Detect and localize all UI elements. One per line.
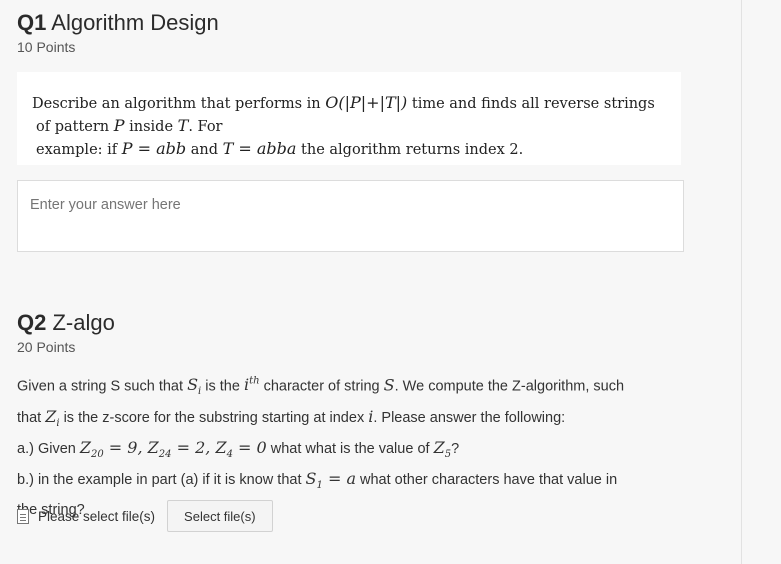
math-symbol: Z5 [433, 437, 452, 460]
q2-text-segment: . Please answer the following: [373, 409, 566, 426]
question-page: Q1 Algorithm Design 10 Points Describe a… [0, 0, 741, 564]
q2-file-upload: Please select file(s) Select file(s) [17, 500, 273, 532]
q1-points: 10 Points [17, 39, 76, 55]
math-expression: T = abba [222, 139, 297, 158]
math-expression: Z20 = 9, Z24 = 2, Z4 = 0 [79, 437, 267, 460]
q2-line-1: Given a string S such that Si is the ith… [17, 370, 717, 405]
math-value: = 9, [103, 437, 148, 457]
q2-text-segment: . We compute the Z-algorithm, such [394, 378, 625, 395]
q2-text-segment: Given a string S such that [17, 378, 188, 395]
math-value: = [322, 468, 347, 488]
right-divider [741, 0, 742, 564]
file-icon [17, 508, 29, 524]
problem-text-segment: and [186, 142, 223, 158]
q2-line-4: b.) in the example in part (a) if it is … [17, 467, 717, 498]
math-expression: S1 = a [305, 468, 356, 491]
math-base: Z [45, 406, 57, 426]
q2-text-segment: that [17, 409, 46, 426]
math-symbol: ith [244, 375, 260, 394]
problem-line-1: Describe an algorithm that performs in O… [32, 92, 672, 115]
math-symbol: T [177, 116, 189, 135]
math-base: Z [79, 437, 91, 457]
q2-text-segment: what other characters have that value in [355, 471, 618, 488]
q2-text-segment: what what is the value of [266, 440, 434, 457]
math-base: Z [215, 437, 227, 457]
q2-text-segment: character of string [259, 378, 384, 395]
math-symbol: P [113, 116, 125, 135]
math-expression: P = abb [121, 139, 187, 158]
upload-label: Please select file(s) [38, 508, 156, 524]
complexity-formula: O(|P|+|T|) [325, 93, 408, 112]
q1-title: Q1 Algorithm Design [17, 10, 219, 36]
q2-line-2: that Zi is the z-score for the substring… [17, 405, 717, 436]
problem-text-segment: time and finds all reverse strings [407, 96, 655, 112]
q1-answer-input[interactable]: Enter your answer here [17, 180, 684, 252]
q1-problem-text: Describe an algorithm that performs in O… [32, 92, 672, 161]
answer-placeholder: Enter your answer here [30, 197, 181, 213]
q2-name: Z-algo [52, 310, 115, 335]
problem-line-2: of pattern P inside T. For [32, 115, 672, 138]
q1-number: Q1 [17, 10, 47, 35]
q2-text-segment: is the [201, 378, 244, 395]
q2-points: 20 Points [17, 339, 76, 355]
select-files-button[interactable]: Select file(s) [167, 500, 273, 532]
q2-text-segment: is the z-score for the substring startin… [59, 409, 369, 426]
math-base: a [346, 468, 356, 488]
math-base: Z [147, 437, 159, 457]
problem-text-segment: . For [188, 119, 223, 135]
math-base: S [305, 468, 317, 488]
q2-text-segment: b.) in the example in part (a) if it is … [17, 471, 306, 488]
q2-title: Q2 Z-algo [17, 310, 115, 336]
math-value: = 0 [232, 437, 267, 457]
problem-text-segment: Describe an algorithm that performs in [32, 96, 326, 112]
q2-number: Q2 [17, 310, 47, 335]
problem-text-segment: the algorithm returns index 2. [296, 142, 524, 158]
math-symbol: Zi [45, 406, 59, 429]
math-base: S [187, 375, 199, 395]
math-superscript: th [249, 376, 260, 387]
q2-text-segment: ? [451, 440, 460, 457]
problem-text-segment: inside [124, 119, 178, 135]
q2-text-segment: a.) Given [17, 440, 80, 457]
math-value: = 2, [171, 437, 216, 457]
math-subscript: 20 [90, 448, 104, 460]
math-base: Z [433, 437, 445, 457]
math-symbol: Si [187, 375, 201, 397]
problem-line-3: example: if P = abb and T = abba the alg… [32, 138, 672, 161]
problem-text-segment: of pattern [36, 119, 114, 135]
math-subscript: 24 [158, 448, 172, 460]
q1-name: Algorithm Design [51, 10, 219, 35]
math-symbol: S [383, 375, 395, 395]
problem-text-segment: example: if [36, 142, 122, 158]
q2-line-3: a.) Given Z20 = 9, Z24 = 2, Z4 = 0 what … [17, 436, 717, 467]
q1-problem-box: Describe an algorithm that performs in O… [17, 72, 681, 165]
